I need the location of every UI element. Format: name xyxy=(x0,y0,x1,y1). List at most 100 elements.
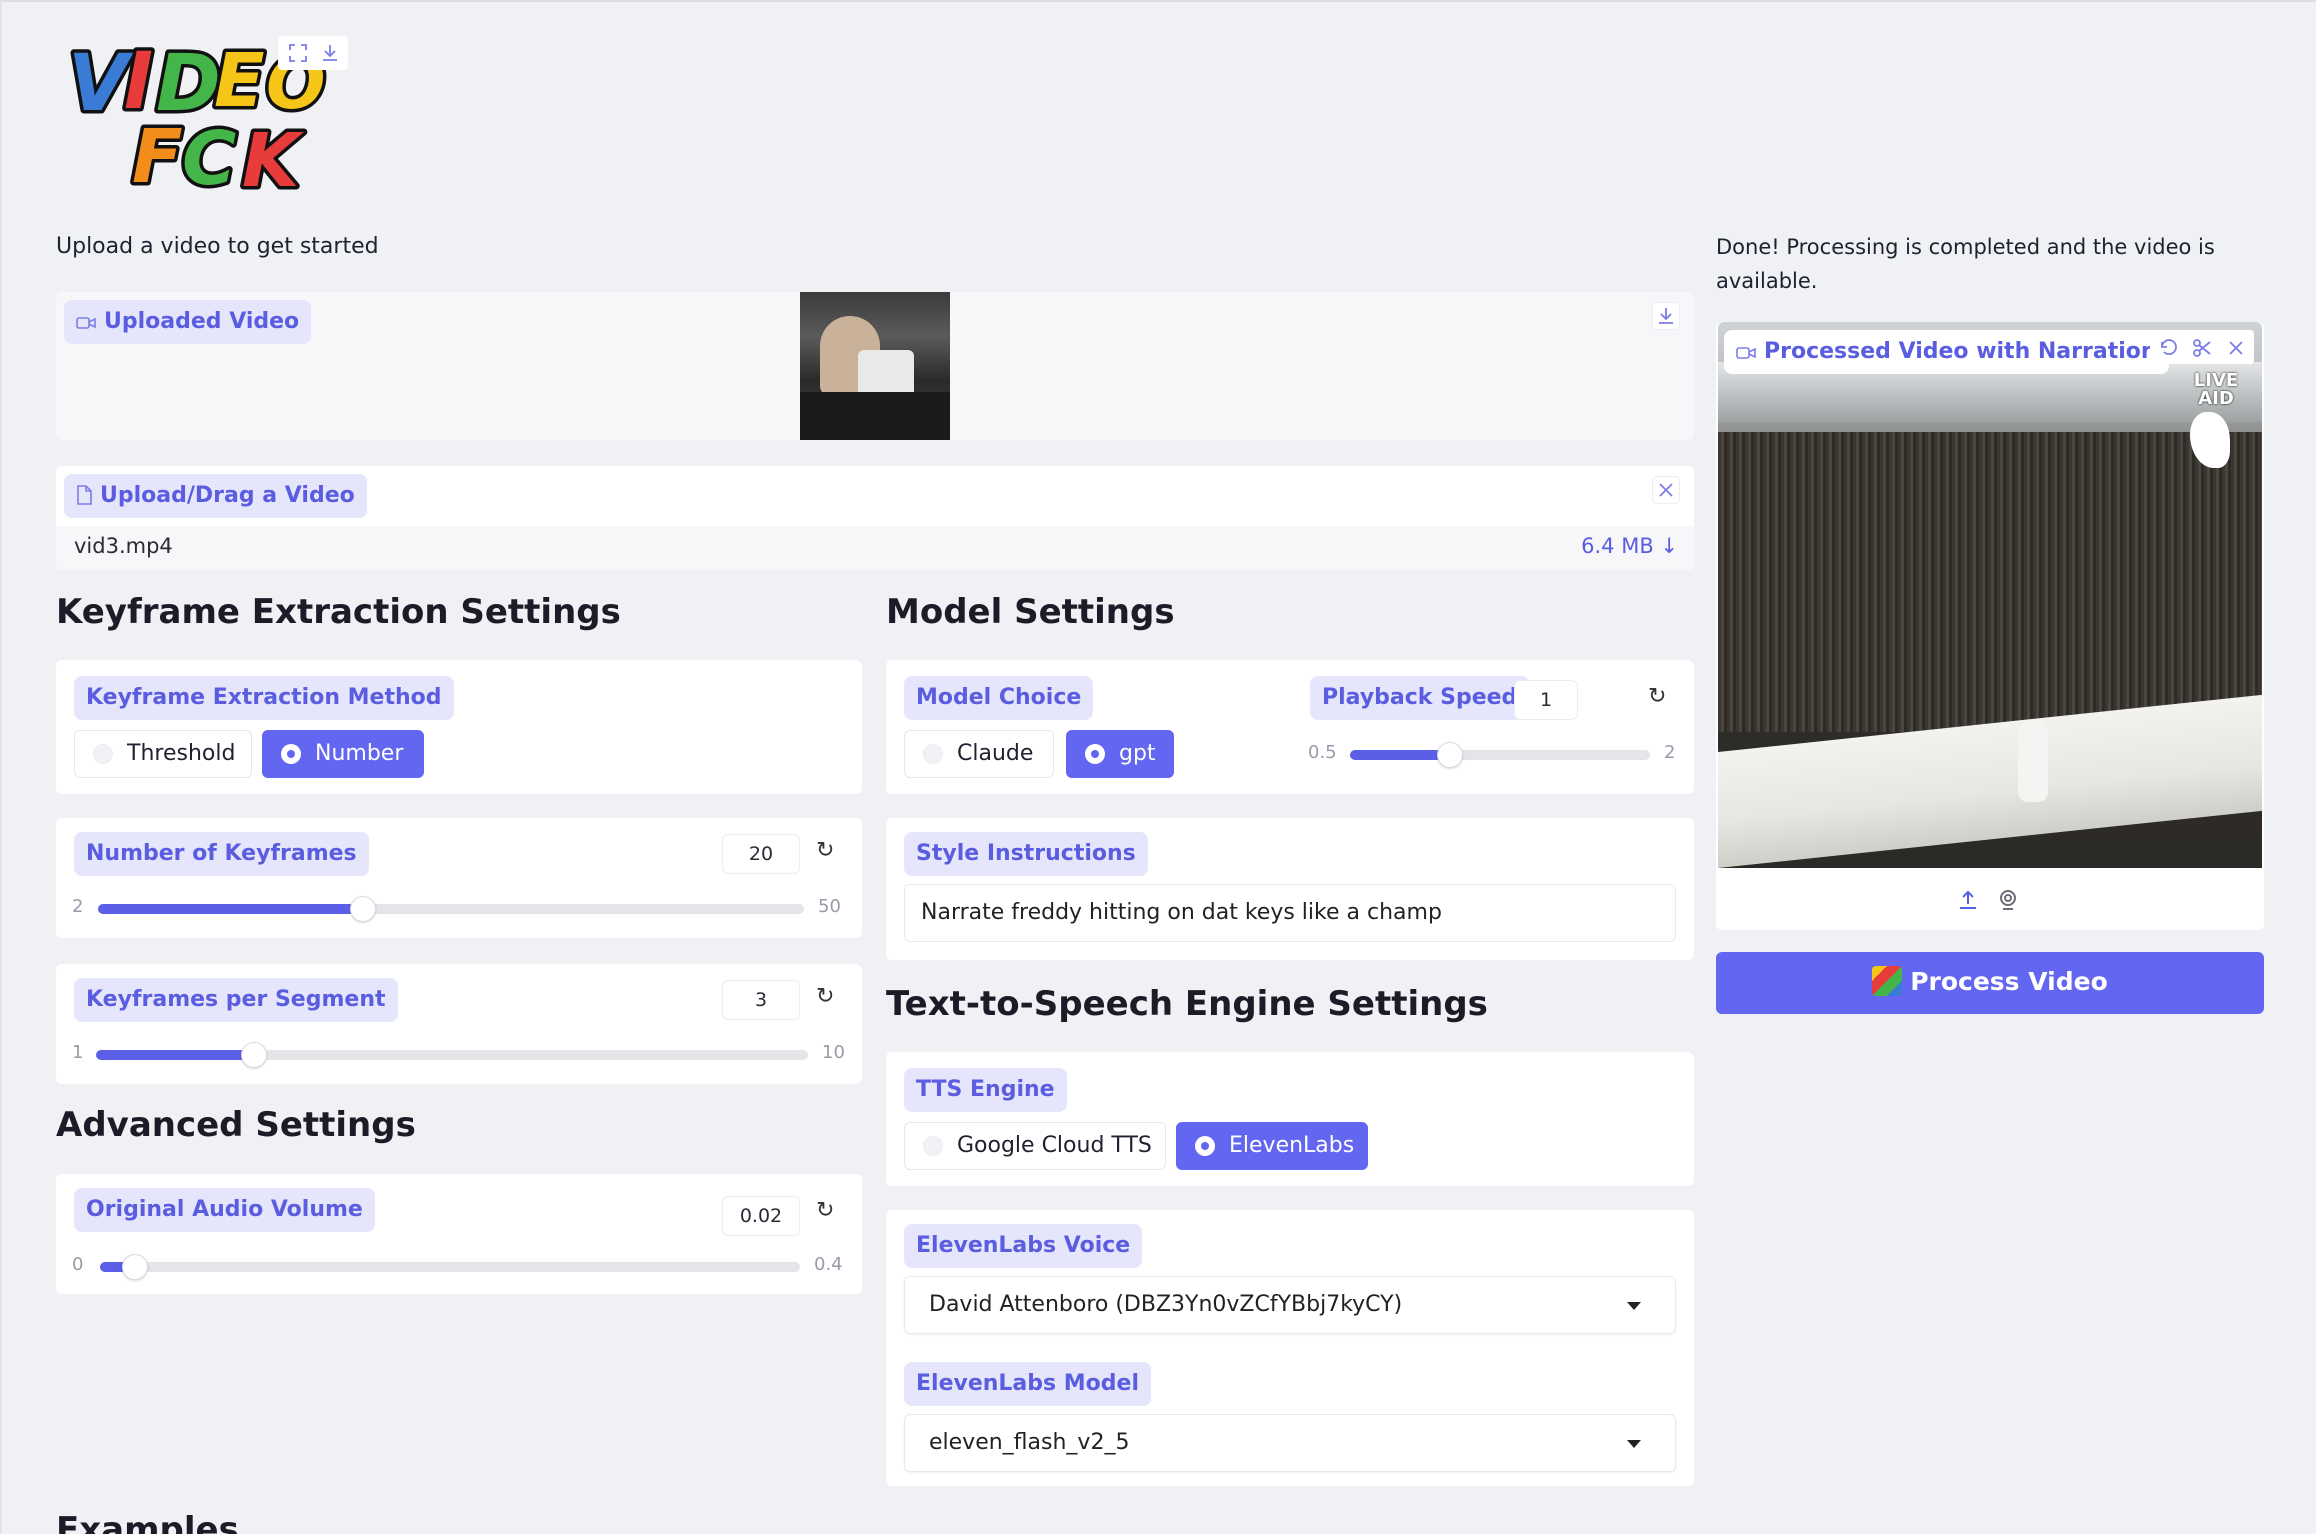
per-segment-panel: Keyframes per Segment 3 ↻ 1 10 xyxy=(56,964,862,1084)
file-row: vid3.mp4 6.4 MB ↓ xyxy=(56,526,1694,570)
radio-google-tts[interactable]: Google Cloud TTS xyxy=(904,1122,1166,1170)
slider-max: 50 xyxy=(818,896,841,917)
svg-text:E: E xyxy=(214,38,265,124)
style-instructions-panel: Style Instructions Narrate freddy hittin… xyxy=(886,818,1694,960)
elevenlabs-panel: ElevenLabs Voice David Attenboro (DBZ3Yn… xyxy=(886,1210,1694,1486)
slider-min: 2 xyxy=(72,896,84,917)
svg-text:C: C xyxy=(182,116,236,196)
slider-min: 1 xyxy=(72,1042,84,1063)
radio-dot-selected xyxy=(1085,744,1105,764)
slider-thumb[interactable] xyxy=(350,896,376,922)
uploaded-video-thumbnail[interactable] xyxy=(800,292,950,440)
radio-dot-selected xyxy=(281,744,301,764)
tts-engine-label: TTS Engine xyxy=(904,1068,1067,1112)
logo-toolbar xyxy=(278,36,348,70)
radio-claude-label: Claude xyxy=(957,741,1034,766)
live-aid-overlay: LIVE AID xyxy=(2193,370,2239,409)
undo-icon[interactable] xyxy=(2158,338,2178,358)
num-keyframes-label: Number of Keyframes xyxy=(74,832,369,876)
close-icon[interactable] xyxy=(1652,476,1680,504)
playback-speed-slider[interactable] xyxy=(1350,742,1650,768)
examples-heading: Examples xyxy=(56,1510,239,1534)
model-choice-panel: Model Choice Claude gpt Playback Speed 1… xyxy=(886,660,1694,794)
radio-google-tts-label: Google Cloud TTS xyxy=(957,1133,1152,1158)
elevenlabs-voice-value: David Attenboro (DBZ3Yn0vZCfYBbj7kyCY) xyxy=(929,1292,1403,1317)
performer-figure xyxy=(2018,722,2048,802)
style-instructions-input[interactable]: Narrate freddy hitting on dat keys like … xyxy=(904,884,1676,942)
num-keyframes-slider[interactable] xyxy=(98,896,804,922)
slider-thumb[interactable] xyxy=(122,1254,148,1280)
chevron-down-icon xyxy=(1627,1302,1641,1310)
model-heading: Model Settings xyxy=(886,592,1175,632)
elevenlabs-model-label: ElevenLabs Model xyxy=(904,1362,1151,1406)
reset-icon[interactable]: ↻ xyxy=(816,984,834,1009)
thumbnail-piano xyxy=(800,392,950,440)
elevenlabs-model-select[interactable]: eleven_flash_v2_5 xyxy=(904,1414,1676,1472)
close-icon[interactable] xyxy=(2226,338,2246,358)
num-keyframes-input[interactable]: 20 xyxy=(722,834,800,874)
reset-icon[interactable]: ↻ xyxy=(1648,684,1666,709)
reset-icon[interactable]: ↻ xyxy=(816,838,834,863)
upload-prompt: Upload a video to get started xyxy=(56,234,379,259)
radio-number[interactable]: Number xyxy=(262,730,424,778)
model-choice-label: Model Choice xyxy=(904,676,1094,720)
download-icon[interactable] xyxy=(320,43,340,63)
processed-video-badge: Processed Video with Narration xyxy=(1724,330,2169,374)
radio-threshold[interactable]: Threshold xyxy=(74,730,252,778)
elevenlabs-voice-select[interactable]: David Attenboro (DBZ3Yn0vZCfYBbj7kyCY) xyxy=(904,1276,1676,1334)
audio-volume-label: Original Audio Volume xyxy=(74,1188,375,1232)
processed-video-player[interactable]: LIVE AID xyxy=(1718,322,2262,868)
audio-volume-slider[interactable] xyxy=(100,1254,800,1280)
radio-threshold-label: Threshold xyxy=(127,741,236,766)
elevenlabs-voice-label: ElevenLabs Voice xyxy=(904,1224,1143,1268)
video-toolbar xyxy=(2150,330,2254,364)
slider-thumb[interactable] xyxy=(241,1042,267,1068)
process-video-label: Process Video xyxy=(1910,967,2108,996)
crowd xyxy=(1718,432,2262,732)
webcam-icon[interactable] xyxy=(1996,888,2020,912)
video-camera-icon xyxy=(76,317,96,329)
uploaded-video-badge: Uploaded Video xyxy=(64,300,312,344)
uploaded-video-panel: Uploaded Video xyxy=(56,292,1694,440)
slider-fill xyxy=(98,904,363,914)
radio-gpt[interactable]: gpt xyxy=(1066,730,1174,778)
radio-elevenlabs[interactable]: ElevenLabs xyxy=(1176,1122,1368,1170)
upload-icon[interactable] xyxy=(1956,888,1980,912)
reset-icon[interactable]: ↻ xyxy=(816,1198,834,1223)
playback-speed-input[interactable]: 1 xyxy=(1514,680,1578,720)
radio-gpt-label: gpt xyxy=(1119,741,1156,766)
elevenlabs-model-value: eleven_flash_v2_5 xyxy=(929,1430,1130,1455)
download-icon[interactable] xyxy=(1652,302,1680,330)
slider-max: 0.4 xyxy=(814,1254,843,1275)
radio-dot xyxy=(923,744,943,764)
logo-mini-icon xyxy=(1872,966,1903,996)
upload-drag-panel[interactable]: Upload/Drag a Video vid3.mp4 6.4 MB ↓ xyxy=(56,466,1694,570)
keyframe-method-panel: Keyframe Extraction Method Threshold Num… xyxy=(56,660,862,794)
style-instructions-label: Style Instructions xyxy=(904,832,1148,876)
file-name: vid3.mp4 xyxy=(74,534,173,558)
radio-dot xyxy=(93,744,113,764)
processed-video-label: Processed Video with Narration xyxy=(1764,339,2157,364)
process-video-button[interactable]: Process Video xyxy=(1716,952,2264,1014)
radio-number-label: Number xyxy=(315,741,404,766)
video-camera-icon xyxy=(1736,347,1756,359)
keyframe-heading: Keyframe Extraction Settings xyxy=(56,592,621,632)
scissors-icon[interactable] xyxy=(2192,338,2212,358)
slider-max: 10 xyxy=(822,1042,845,1063)
per-segment-label: Keyframes per Segment xyxy=(74,978,398,1022)
uploaded-video-label: Uploaded Video xyxy=(104,309,300,334)
slider-thumb[interactable] xyxy=(1437,742,1463,768)
slider-min: 0 xyxy=(72,1254,84,1275)
audio-volume-input[interactable]: 0.02 xyxy=(722,1196,800,1236)
chevron-down-icon xyxy=(1627,1440,1641,1448)
status-text: Done! Processing is completed and the vi… xyxy=(1716,235,2215,293)
slider-min: 0.5 xyxy=(1308,742,1337,763)
file-size-link[interactable]: 6.4 MB ↓ xyxy=(1581,534,1678,558)
radio-claude[interactable]: Claude xyxy=(904,730,1054,778)
num-keyframes-panel: Number of Keyframes 20 ↻ 2 50 xyxy=(56,818,862,938)
per-segment-slider[interactable] xyxy=(96,1042,808,1068)
fullscreen-icon[interactable] xyxy=(288,43,308,63)
radio-dot-selected xyxy=(1195,1136,1215,1156)
slider-fill xyxy=(1350,750,1450,760)
per-segment-input[interactable]: 3 xyxy=(722,980,800,1020)
